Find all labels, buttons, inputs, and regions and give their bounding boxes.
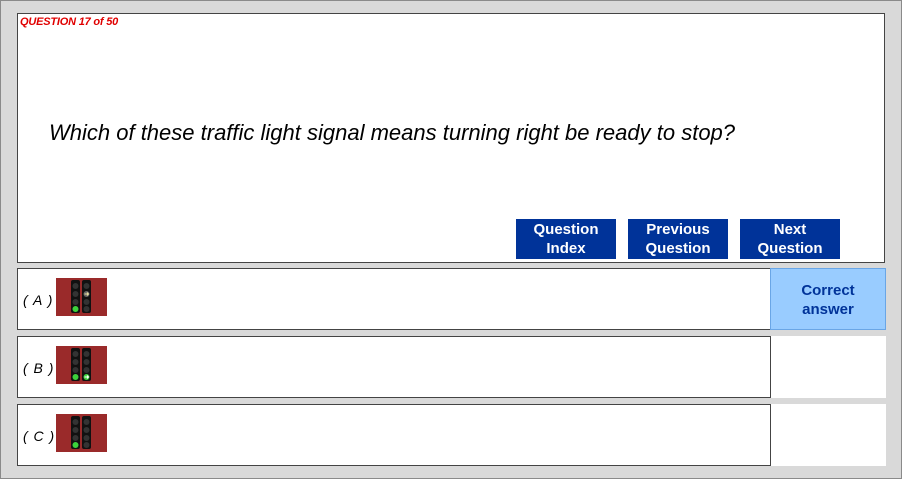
correct-answer-label-2: answer	[802, 301, 854, 318]
option-c-label: ( C )	[23, 428, 56, 444]
traffic-signal-icon[interactable]	[56, 346, 107, 384]
option-b-label: ( B )	[23, 360, 55, 376]
option-c[interactable]: ( C )	[17, 404, 886, 466]
question-text: Which of these traffic light signal mean…	[49, 120, 736, 145]
question-counter: QUESTION 17 of 50	[20, 16, 119, 28]
option-a-label: ( A )	[23, 292, 54, 308]
question-index-label-2: Index	[546, 240, 586, 257]
question-index-label-1: Question	[533, 221, 599, 238]
previous-question-label-2: Question	[645, 240, 711, 257]
previous-question-label-1: Previous	[646, 221, 710, 238]
option-c-answer-cell[interactable]	[770, 404, 886, 466]
quiz-window: QUESTION 17 of 50 Which of these traffic…	[0, 0, 902, 479]
option-b[interactable]: ( B )	[17, 336, 886, 398]
correct-answer-indicator: Correct answer	[770, 268, 886, 330]
next-question-label-1: Next	[773, 221, 807, 238]
traffic-signal-icon[interactable]	[56, 278, 107, 316]
question-panel: QUESTION 17 of 50 Which of these traffic…	[17, 13, 885, 263]
correct-answer-label-1: Correct	[801, 282, 855, 299]
question-index-button[interactable]: Question Index	[516, 219, 616, 259]
previous-question-button[interactable]: Previous Question	[628, 219, 728, 259]
traffic-signal-icon[interactable]	[56, 414, 107, 452]
option-b-answer-cell[interactable]	[770, 336, 886, 398]
next-question-button[interactable]: Next Question	[740, 219, 840, 259]
option-a[interactable]: ( A ) Correct answer	[17, 268, 886, 330]
next-question-label-2: Question	[757, 240, 823, 257]
